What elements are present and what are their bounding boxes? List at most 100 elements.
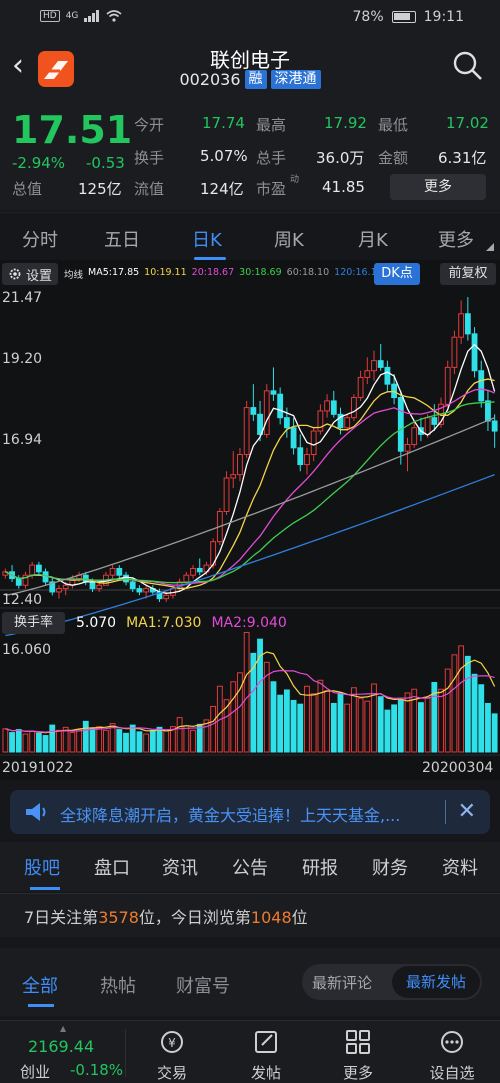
candle-body [458, 313, 465, 338]
candle-body [297, 447, 304, 466]
tab-pankou[interactable]: 盘口 [94, 854, 130, 880]
candle-body [15, 578, 22, 586]
sort-latest-comment[interactable]: 最新评论 [312, 972, 372, 993]
indicator-select-button[interactable]: 换手率 [2, 612, 66, 634]
volume-bar [69, 732, 76, 753]
battery-icon [391, 11, 416, 23]
candle-body [223, 477, 230, 513]
tab-five-day[interactable]: 五日 [104, 226, 140, 252]
banner-text[interactable]: 全球降息潮开启，黄金大受追捧！上天天基金,... [60, 802, 400, 826]
stock-header: ‹ 联创电子 002036 融 深港通 [0, 36, 500, 98]
index-expand-icon[interactable]: ▲ [60, 1024, 66, 1033]
nav-trade-label: 交易 [156, 1064, 187, 1082]
ad-banner[interactable]: 全球降息潮开启，黄金大受追捧！上天天基金,... ✕ [10, 790, 490, 834]
tab-profile[interactable]: 资料 [442, 854, 478, 880]
follow-prefix: 7日关注第 [24, 908, 99, 927]
volume-bar [444, 668, 451, 753]
volume-bar [384, 709, 391, 753]
volume-bar [317, 679, 324, 753]
index-name[interactable]: 创业 [20, 1061, 50, 1082]
volume-bar [29, 730, 36, 753]
volume-bar [290, 699, 297, 753]
volume-label: 总手 [256, 149, 287, 167]
ma10-line [5, 378, 495, 589]
volume-bar [42, 735, 49, 753]
tab-news[interactable]: 资讯 [162, 854, 198, 880]
candle-body [330, 400, 337, 415]
volume-bar [102, 729, 109, 753]
candle-body [310, 430, 317, 456]
tab-all-posts[interactable]: 全部 [22, 972, 58, 998]
nav-post-label: 发帖 [250, 1064, 281, 1082]
section-tabs: 股吧 盘口 资讯 公告 研报 财务 资料 [0, 842, 500, 892]
nav-add-watchlist[interactable]: 设自选 [422, 1029, 482, 1083]
volume-bar [397, 699, 404, 753]
date-start: 20191022 [2, 760, 74, 776]
tab-research[interactable]: 研报 [302, 854, 338, 880]
candle-body [250, 407, 257, 415]
candle-body [377, 360, 384, 368]
tab-announcement[interactable]: 公告 [232, 854, 268, 880]
candle-body [478, 370, 485, 402]
candle-body [243, 407, 250, 456]
wifi-icon [106, 10, 122, 22]
volume-bar [364, 700, 371, 753]
candlestick-chart[interactable] [0, 260, 500, 780]
volume-bar [471, 673, 478, 753]
tab-monthly-k[interactable]: 月K [358, 226, 388, 252]
status-bar: HD 4G 78% 19:11 [0, 0, 500, 36]
price-axis-min: 12.40 [2, 592, 43, 608]
volume-bar [2, 728, 9, 753]
signal-icon [84, 10, 100, 22]
search-icon[interactable] [452, 50, 484, 82]
tab-guba[interactable]: 股吧 [24, 854, 60, 880]
more-quote-button[interactable]: 更多 [390, 174, 486, 200]
tab-daily-k[interactable]: 日K [192, 226, 222, 252]
tab-wealth-posts[interactable]: 财富号 [176, 972, 230, 998]
tab-more[interactable]: 更多 [438, 226, 474, 252]
nav-post[interactable]: 发帖 [236, 1029, 296, 1083]
volume-bar [270, 681, 277, 753]
volume-bar [310, 693, 317, 753]
candle-body [129, 581, 136, 590]
candle-body [344, 417, 351, 429]
volume-bar [56, 729, 62, 753]
section-tab-underline [30, 887, 60, 890]
candle-body [62, 584, 69, 590]
candle-body [35, 564, 42, 573]
volume-bar [283, 689, 290, 753]
volume-bar [357, 697, 364, 753]
candle-body [404, 443, 411, 452]
close-icon[interactable]: ✕ [458, 799, 476, 824]
volume-bar [418, 702, 424, 753]
tab-finance[interactable]: 财务 [372, 854, 408, 880]
turnover-ma2: MA2:9.040 [211, 615, 287, 631]
tab-intraday[interactable]: 分时 [22, 226, 58, 252]
index-value[interactable]: 2169.44 [28, 1037, 94, 1056]
clock: 19:11 [423, 9, 464, 25]
index-change[interactable]: -0.18% [70, 1061, 123, 1079]
tab-weekly-k[interactable]: 周K [274, 226, 304, 252]
nav-trade[interactable]: ¥ 交易 [142, 1029, 202, 1083]
volume-value: 36.0万 [316, 149, 365, 167]
volume-bar [123, 732, 129, 753]
volume-bar [350, 687, 357, 753]
svg-text:¥: ¥ [168, 1036, 176, 1050]
volume-bar [136, 731, 143, 753]
trade-icon: ¥ [161, 1031, 183, 1053]
connect-tag: 深港通 [270, 70, 321, 89]
change-percent: -2.94% [12, 154, 66, 172]
volume-bar [458, 645, 465, 753]
nav-more[interactable]: 更多 [328, 1029, 388, 1083]
candle-body [263, 390, 270, 435]
open-label: 今开 [134, 116, 165, 134]
pe-value: 41.85 [322, 178, 365, 196]
open-value: 17.74 [202, 114, 245, 132]
tab-hot-posts[interactable]: 热帖 [100, 972, 136, 998]
candle-body [411, 427, 418, 445]
current-price: 17.51 [12, 108, 133, 152]
high-value: 17.92 [324, 114, 367, 132]
battery-percent: 78% [352, 9, 384, 25]
quote-panel: 17.51 -2.94% -0.53 总值 125亿 今开 17.74 最高 1… [0, 98, 500, 210]
sort-latest-post[interactable]: 最新发帖 [392, 966, 480, 998]
